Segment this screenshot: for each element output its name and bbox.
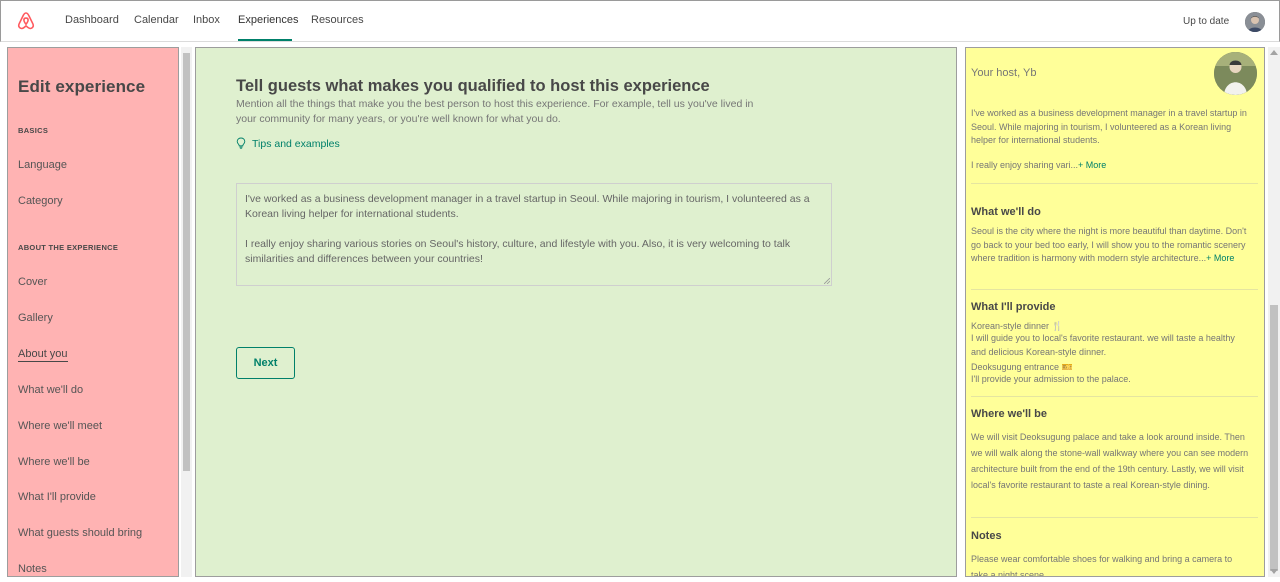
main-panel: Tell guests what makes you qualified to … — [195, 47, 957, 577]
divider — [971, 517, 1258, 518]
listing-preview: Your host, Yb I've worked as a business … — [965, 47, 1265, 577]
nav-resources[interactable]: Resources — [311, 14, 364, 26]
sync-status: Up to date — [1183, 16, 1230, 27]
tips-link[interactable]: Tips and examples — [236, 137, 340, 150]
nav-calendar[interactable]: Calendar — [134, 14, 179, 26]
where-well-be-heading: Where we'll be — [971, 408, 1047, 420]
sidebar-scrollbar-thumb[interactable] — [183, 53, 190, 471]
host-bio-text: I've worked as a business development ma… — [971, 108, 1247, 145]
sidebar-item-about-you[interactable]: About you — [18, 348, 68, 362]
next-button[interactable]: Next — [236, 347, 295, 379]
sidebar-item-language[interactable]: Language — [18, 159, 67, 171]
lightbulb-icon — [236, 137, 246, 149]
sidebar-item-gallery[interactable]: Gallery — [18, 312, 53, 324]
what-well-do-text: Seoul is the city where the night is mor… — [971, 225, 1251, 266]
what-ill-provide-heading: What I'll provide — [971, 301, 1056, 313]
sidebar-item-what-guests-bring[interactable]: What guests should bring — [18, 527, 142, 539]
sidebar-item-cover[interactable]: Cover — [18, 276, 47, 288]
divider — [971, 183, 1258, 184]
provide-item-2-desc: I'll provide your admission to the palac… — [971, 374, 1131, 384]
scroll-down-arrow-icon[interactable] — [1270, 569, 1278, 574]
page-scrollbar[interactable] — [1268, 47, 1280, 577]
section-about-experience: ABOUT THE EXPERIENCE — [18, 243, 119, 252]
sidebar-item-category[interactable]: Category — [18, 195, 63, 207]
sidebar-item-notes[interactable]: Notes — [18, 563, 47, 575]
page-title: Tell guests what makes you qualified to … — [236, 77, 710, 95]
where-well-be-text: We will visit Deoksugung palace and take… — [971, 432, 1249, 490]
host-photo-icon — [1214, 52, 1257, 95]
airbnb-logo-icon[interactable] — [15, 10, 37, 32]
tips-label: Tips and examples — [252, 138, 340, 150]
host-bio-snippet: I really enjoy sharing vari... — [971, 160, 1079, 170]
nav-experiences[interactable]: Experiences — [238, 14, 299, 26]
textarea-paragraph-1: I've worked as a business development ma… — [245, 193, 810, 220]
top-nav: Dashboard Calendar Inbox Experiences Res… — [0, 0, 1280, 42]
nav-inbox[interactable]: Inbox — [193, 14, 220, 26]
notes-text: Please wear comfortable shoes for walkin… — [971, 554, 1233, 577]
sidebar-title: Edit experience — [18, 77, 146, 96]
host-bio-more-link[interactable]: + More — [1078, 160, 1106, 170]
divider — [971, 396, 1258, 397]
nav-dashboard[interactable]: Dashboard — [65, 14, 119, 26]
sidebar-item-what-well-do[interactable]: What we'll do — [18, 384, 83, 396]
sidebar-scrollbar[interactable] — [181, 47, 192, 577]
resize-grip-icon[interactable] — [824, 278, 830, 284]
user-avatar-icon — [1245, 12, 1265, 32]
avatar[interactable] — [1245, 12, 1265, 32]
notes-heading: Notes — [971, 530, 1002, 542]
provide-item-1-desc: I will guide you to local's favorite res… — [971, 333, 1235, 357]
divider — [971, 289, 1258, 290]
host-photo — [1214, 52, 1257, 95]
what-well-do-heading: What we'll do — [971, 206, 1041, 218]
sidebar-item-what-ill-provide[interactable]: What I'll provide — [18, 491, 96, 503]
scroll-up-arrow-icon[interactable] — [1270, 50, 1278, 55]
page-description: Mention all the things that make you the… — [236, 98, 754, 125]
active-tab-indicator — [238, 39, 292, 41]
textarea-paragraph-2: I really enjoy sharing various stories o… — [245, 238, 791, 265]
host-name-label: Your host, Yb — [971, 67, 1037, 79]
edit-sidebar: Edit experience BASICS Language Category… — [7, 47, 179, 577]
sidebar-item-where-well-meet[interactable]: Where we'll meet — [18, 420, 102, 432]
sidebar-item-where-well-be[interactable]: Where we'll be — [18, 456, 90, 468]
host-bio-truncated: I really enjoy sharing vari...+ More — [971, 159, 1251, 173]
about-you-textarea[interactable]: I've worked as a business development ma… — [236, 183, 832, 286]
page-scrollbar-thumb[interactable] — [1270, 305, 1278, 571]
what-well-do-more-link[interactable]: + More — [1206, 253, 1234, 263]
section-basics: BASICS — [18, 126, 49, 135]
